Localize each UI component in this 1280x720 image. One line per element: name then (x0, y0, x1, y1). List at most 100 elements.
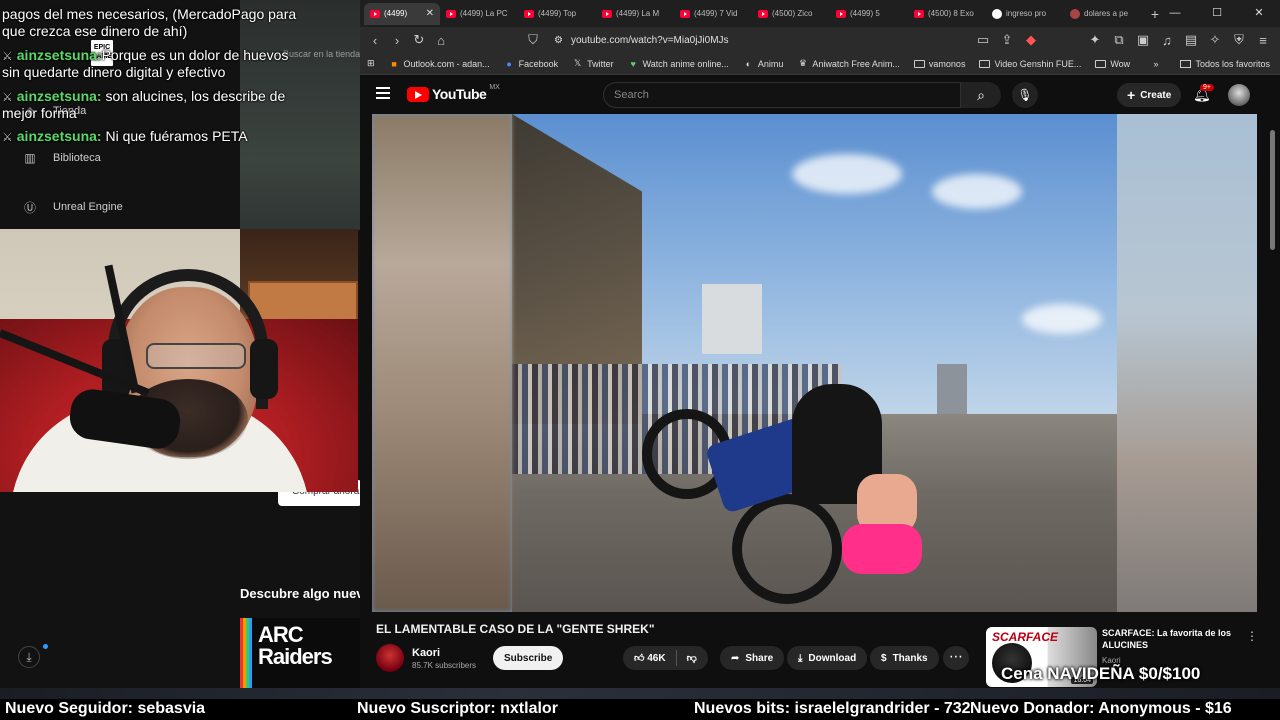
bookmark-label: vamonos (928, 58, 966, 69)
vpn-icon[interactable]: ⛨ (1228, 29, 1250, 51)
minimize-icon[interactable]: — (1154, 0, 1196, 27)
search-placeholder: Search (614, 89, 649, 101)
extension-icon[interactable]: ✦ (1084, 29, 1106, 51)
chat-line: ⚔ ainzsetsuna: Ni que fuéramos PETA (2, 128, 248, 146)
bookmarks-bar: ⊞ ■ Outlook.com - adan... ● Facebook 𝕏 Twit… (360, 53, 1280, 75)
wallet-icon[interactable]: ▤ (1180, 29, 1202, 51)
sidebar-icon[interactable]: ▣ (1132, 29, 1154, 51)
thanks-button[interactable]: $ Thanks (870, 646, 939, 670)
bookmark-outlook[interactable]: ■ Outlook.com - adan... (382, 59, 497, 69)
chat-username: ainzsetsuna: (16, 128, 102, 144)
channel-info[interactable]: Kaori 85.7K subscribers (376, 644, 476, 672)
thanks-icon: $ (881, 652, 887, 664)
account-avatar[interactable] (1228, 84, 1250, 106)
brave-shield-icon[interactable]: ◆ (1020, 29, 1042, 51)
menu-icon[interactable]: ≡ (1252, 29, 1274, 51)
youtube-icon (758, 9, 768, 18)
webcam-feed (0, 229, 358, 492)
chat-line: ⚔ ainzsetsuna:Porque es un dolor de huevo… (2, 47, 288, 65)
voice-search-button[interactable]: 🎙︎ (1012, 82, 1038, 108)
bookmark-aniwatch[interactable]: ♛ Aniwatch Free Anim... (790, 58, 907, 69)
puzzle-icon[interactable]: ⧉ (1108, 29, 1130, 51)
channel-name[interactable]: Kaori (412, 647, 476, 659)
close-icon[interactable]: ✕ (426, 8, 434, 19)
donation-goal-overlay: Cena NAVIDEÑA $0/$100 (1001, 664, 1201, 683)
nav-label: Unreal Engine (53, 201, 123, 213)
arc-raiders-card[interactable]: ARC Raiders (240, 618, 362, 688)
scrollbar[interactable] (1270, 130, 1275, 250)
glasses (146, 343, 246, 369)
bookmark-facebook[interactable]: ● Facebook (497, 59, 566, 69)
bookmark-folder-vamonos[interactable]: vamonos (907, 59, 973, 69)
download-icon[interactable]: ⤓ (18, 646, 40, 668)
subscriber-count: 85.7K subscribers (412, 660, 477, 670)
share-icon[interactable]: ⇪ (996, 29, 1018, 51)
chat-username: ainzsetsuna: (16, 88, 102, 104)
tab-youtube[interactable]: (4500) Zico (752, 3, 830, 25)
chat-line: pagos del mes necesarios, (MercadoPago p… (2, 6, 296, 23)
youtube-icon (524, 9, 534, 18)
dislike-button[interactable]: 👎︎ (687, 652, 697, 664)
search-button[interactable]: ⌕ (961, 82, 1001, 108)
chat-text: mejor forma (2, 105, 77, 121)
country-code: MX (489, 84, 500, 91)
like-count: 46K (647, 653, 666, 664)
more-actions-icon[interactable]: ⋯ (943, 646, 969, 670)
like-dislike-group: 👍︎ 46K 👎︎ (623, 646, 708, 670)
cast-icon[interactable]: ▭ (972, 29, 994, 51)
tab-youtube[interactable]: (4499) 5 (830, 3, 908, 25)
tab-label: (4500) Zico (772, 9, 813, 18)
tab-youtube[interactable]: (4499) La M (596, 3, 674, 25)
forward-icon[interactable]: › (386, 29, 408, 51)
home-icon[interactable]: ⌂ (430, 29, 452, 51)
nav-item-unreal-engine[interactable]: Ⓤ Unreal Engine (22, 199, 123, 215)
hamburger-menu-icon[interactable] (376, 87, 390, 99)
ai-icon[interactable]: ✧ (1204, 29, 1226, 51)
youtube-logo[interactable]: YouTube MX (407, 84, 500, 102)
music-icon[interactable]: ♫ (1156, 29, 1178, 51)
video-player[interactable] (372, 114, 1257, 612)
maximize-icon[interactable]: ☐ (1196, 0, 1238, 27)
youtube-search-input[interactable]: Search (603, 82, 961, 108)
aniwatch-icon: ♛ (798, 58, 807, 68)
tab-label: dolares a pe (1084, 9, 1129, 18)
kebab-menu-icon[interactable]: ⋮ (1246, 629, 1258, 643)
back-icon[interactable]: ‹ (364, 29, 386, 51)
recommended-title[interactable]: SCARFACE: La favorita de los ALUCINES (1102, 627, 1244, 651)
chat-text: que crezca ese dinero de ahí) (2, 23, 188, 39)
close-window-icon[interactable]: ✕ (1238, 0, 1280, 27)
nav-item-biblioteca[interactable]: ▥ Biblioteca (22, 150, 100, 166)
extensions-bar: ▭ ⇪ ◆ ✦ ⧉ ▣ ♫ ▤ ✧ ⛨ ≡ (972, 29, 1274, 51)
reload-icon[interactable]: ↻ (408, 29, 430, 51)
discover-heading: Descubre algo nuevo (240, 586, 362, 601)
channel-avatar[interactable] (376, 644, 404, 672)
chat-line: ⚔ ainzsetsuna: son alucines, los describe… (2, 88, 285, 106)
bookmark-animu[interactable]: ◐ Animu (736, 59, 791, 69)
bookmark-folder-genshin[interactable]: Video Genshin FUE... (972, 59, 1088, 69)
folder-icon (1095, 59, 1107, 68)
windows-icon: ■ (391, 58, 397, 69)
tab-youtube[interactable]: (4499) La PC (440, 3, 518, 25)
create-button[interactable]: + Create (1117, 83, 1182, 107)
tab-youtube-active[interactable]: (4499) ✕ (364, 2, 440, 25)
youtube-icon (680, 9, 690, 18)
like-button[interactable]: 👍︎ 46K (634, 652, 666, 664)
bookmark-icon[interactable]: ⛉ (522, 29, 544, 51)
headset-cup-right (250, 339, 278, 399)
thumbnail-logo: SCARFACE (992, 630, 1059, 644)
bookmark-watch-anime[interactable]: ♥ Watch anime online... (621, 59, 736, 69)
subscribe-button[interactable]: Subscribe (493, 646, 564, 670)
bookmark-folder-wow[interactable]: Wow (1088, 59, 1137, 69)
tab-youtube[interactable]: (4500) 8 Exo (908, 3, 986, 25)
tab-site[interactable]: dolares a pe (1064, 3, 1142, 25)
all-bookmarks[interactable]: » Todos los favoritos (1153, 53, 1270, 75)
share-button[interactable]: ➦ Share (720, 646, 785, 670)
youtube-header: YouTube MX Search ⌕ 🎙︎ + Create 🔔︎ 9+ (360, 76, 1280, 114)
download-button[interactable]: ⤓ Download (787, 646, 868, 670)
apps-icon[interactable]: ⊞ (360, 58, 382, 69)
tab-youtube[interactable]: (4499) 7 Vid (674, 3, 752, 25)
bookmark-twitter[interactable]: 𝕏 Twitter (565, 58, 621, 69)
share-label: Share (745, 652, 774, 664)
tab-youtube[interactable]: (4499) Top (518, 3, 596, 25)
tab-google[interactable]: ingreso pro (986, 3, 1064, 25)
